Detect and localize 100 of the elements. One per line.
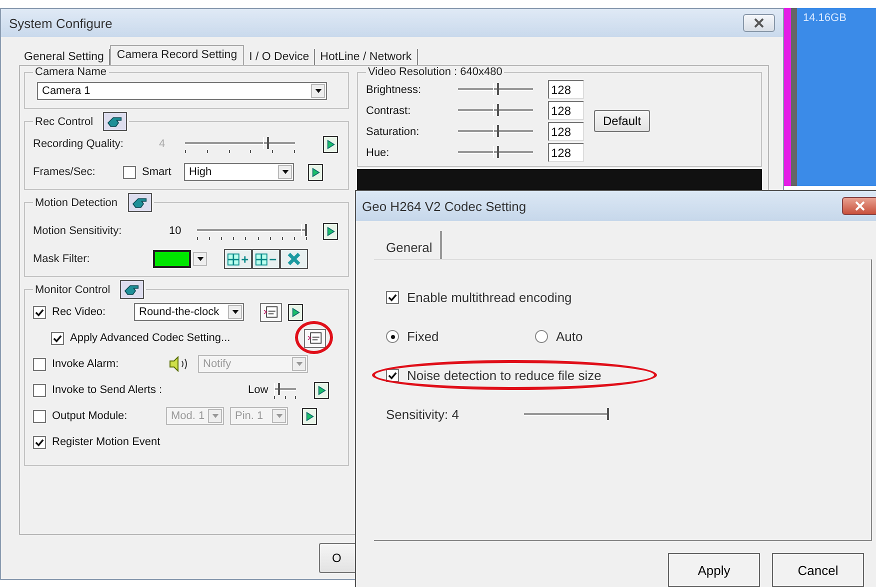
- value-field[interactable]: 128: [548, 80, 584, 99]
- slider-thumb[interactable]: [492, 124, 498, 136]
- remove-grid-button[interactable]: [252, 249, 280, 269]
- dialog-title: Geo H264 V2 Codec Setting: [362, 198, 526, 214]
- caret-icon: [228, 305, 242, 319]
- radio-button[interactable]: [386, 330, 399, 343]
- value-text: 4: [159, 138, 166, 150]
- slider[interactable]: [274, 381, 296, 399]
- play-icon: [318, 384, 326, 396]
- close-icon: [855, 201, 865, 211]
- checkbox-label: Smart: [142, 166, 172, 178]
- caret-icon: [278, 165, 292, 179]
- checkbox[interactable]: [33, 436, 46, 448]
- group-label: Camera Name: [35, 66, 107, 78]
- close-button[interactable]: [842, 197, 876, 215]
- clear-button[interactable]: [280, 249, 308, 269]
- default-button[interactable]: Default: [594, 110, 650, 132]
- play-button[interactable]: [308, 164, 323, 180]
- group-label: Video Resolution : 640x480: [368, 66, 502, 78]
- hand-button[interactable]: [103, 112, 128, 131]
- slider-thumb[interactable]: [274, 383, 280, 395]
- caret-icon: [272, 409, 286, 423]
- check-icon: [388, 293, 397, 302]
- checkbox-label: Invoke Alarm:: [52, 358, 120, 370]
- checkbox[interactable]: [33, 384, 46, 396]
- checkbox[interactable]: [33, 306, 46, 318]
- field-label: Brightness:: [366, 84, 422, 96]
- group-label: Motion Detection: [35, 196, 118, 208]
- tab[interactable]: Camera Record Setting: [110, 45, 244, 65]
- checkbox-label: Rec Video:: [52, 306, 107, 318]
- field-label: Saturation:: [366, 126, 420, 138]
- field-label: Contrast:: [366, 104, 412, 116]
- checkbox-label: Apply Advanced Codec Setting...: [70, 332, 232, 344]
- slider-thumb[interactable]: [263, 137, 269, 149]
- slider-thumb[interactable]: [492, 82, 498, 94]
- hand-button[interactable]: [120, 280, 144, 299]
- checkbox-label: Output Module:: [52, 410, 128, 422]
- document-icon: [263, 305, 279, 319]
- hand-button[interactable]: [128, 193, 152, 212]
- caret-icon: [208, 409, 222, 423]
- value-field[interactable]: 128: [548, 101, 584, 120]
- hand-icon: [130, 196, 149, 210]
- checkbox-label: Noise detection to reduce file size: [407, 368, 602, 383]
- radio-button[interactable]: [535, 330, 548, 343]
- value-text: Low: [248, 384, 268, 396]
- caret-icon: [292, 357, 306, 371]
- play-icon: [306, 410, 314, 422]
- window-title: System Configure: [9, 16, 112, 30]
- value-text: 10: [169, 225, 182, 237]
- dialog-button[interactable]: Apply: [668, 553, 760, 587]
- play-icon: [312, 166, 320, 178]
- dropdown[interactable]: High: [184, 163, 294, 181]
- play-button[interactable]: [323, 136, 338, 152]
- field-label: Recording Quality:: [33, 138, 124, 150]
- slider-thumb[interactable]: [492, 146, 498, 158]
- tab[interactable]: HotLine / Network: [315, 49, 418, 65]
- play-button[interactable]: [314, 382, 330, 398]
- caret-icon: [311, 84, 325, 98]
- dropdown[interactable]: Camera 1: [37, 82, 327, 100]
- check-icon: [35, 438, 44, 446]
- dialog-button[interactable]: Cancel: [772, 553, 864, 587]
- dropdown[interactable]: Round-the-clock: [134, 303, 244, 321]
- slider-thumb[interactable]: [301, 224, 307, 236]
- checkbox[interactable]: [386, 291, 399, 304]
- disk-size-text: 14.16GB: [803, 12, 846, 24]
- hand-icon: [123, 282, 142, 296]
- value-field[interactable]: 128: [548, 143, 584, 162]
- group-label: Monitor Control: [35, 284, 110, 296]
- group-label: Rec Control: [35, 116, 94, 128]
- field-label: Sensitivity: 4: [386, 407, 460, 422]
- play-button[interactable]: [323, 222, 338, 240]
- radio-label: Auto: [556, 329, 584, 344]
- checkbox[interactable]: [123, 166, 136, 178]
- field-label: Mask Filter:: [33, 253, 91, 265]
- slider[interactable]: [197, 222, 307, 240]
- checkbox-label: Register Motion Event: [52, 436, 162, 448]
- document-button[interactable]: [304, 328, 326, 348]
- grid-plus-icon: [227, 252, 249, 266]
- field-label: Hue:: [366, 146, 390, 158]
- close-button[interactable]: [743, 14, 775, 32]
- play-button[interactable]: [302, 408, 317, 424]
- checkbox[interactable]: [51, 332, 64, 344]
- check-icon: [35, 308, 44, 316]
- slider-thumb[interactable]: [492, 104, 498, 116]
- field-label: Frames/Sec:: [33, 166, 96, 178]
- slider[interactable]: [185, 135, 295, 153]
- document-button[interactable]: [260, 302, 282, 322]
- checkbox[interactable]: [386, 369, 399, 382]
- color-picker[interactable]: [153, 250, 208, 268]
- grid-minus-icon: [255, 252, 277, 266]
- field-label: Motion Sensitivity:: [33, 225, 123, 237]
- value-field[interactable]: 128: [548, 122, 584, 141]
- checkbox-label: Enable multithread encoding: [407, 290, 572, 305]
- add-grid-button[interactable]: [224, 249, 252, 269]
- play-button[interactable]: [288, 304, 303, 320]
- play-icon: [292, 306, 300, 318]
- checkbox-label: Invoke to Send Alerts :: [52, 384, 164, 396]
- radio-label: Fixed: [407, 329, 440, 344]
- tab[interactable]: I / O Device: [244, 49, 316, 65]
- check-icon: [53, 334, 62, 342]
